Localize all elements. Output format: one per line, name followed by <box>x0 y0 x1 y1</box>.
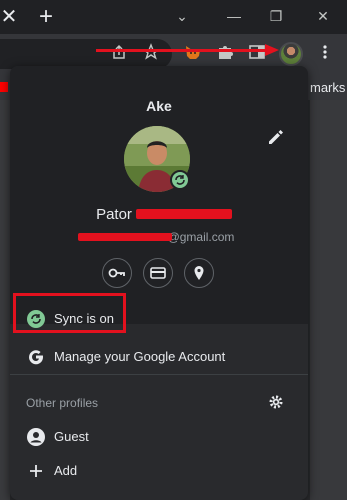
minimize-icon[interactable]: — <box>220 4 248 28</box>
redaction-mark-email <box>78 233 172 241</box>
gear-icon[interactable] <box>268 394 284 410</box>
menu-divider <box>10 374 308 375</box>
star-icon[interactable] <box>140 43 162 65</box>
annotation-arrow <box>96 49 272 52</box>
google-g-icon <box>26 347 46 367</box>
sync-status-badge <box>170 170 190 190</box>
guest-profile-item[interactable]: Guest <box>10 419 308 455</box>
window-close-icon[interactable]: ✕ <box>309 4 337 28</box>
location-pin-icon <box>194 266 204 280</box>
credit-card-icon <box>150 267 166 279</box>
tab-strip: ✕ + ⌄ — ❐ ✕ <box>0 0 347 34</box>
new-tab-button[interactable]: + <box>34 3 58 31</box>
page-right-strip <box>310 100 347 500</box>
profile-avatar-button[interactable] <box>279 42 303 66</box>
restore-icon[interactable]: ❐ <box>262 4 290 28</box>
passwords-button[interactable] <box>102 258 132 288</box>
other-profiles-heading: Other profiles <box>26 396 99 410</box>
share-icon[interactable] <box>108 43 130 65</box>
tab-search-icon[interactable]: ⌄ <box>168 4 196 28</box>
metamask-icon[interactable] <box>182 43 204 65</box>
bookmark-label[interactable]: marks <box>310 80 345 95</box>
browser-window: ✕ + ⌄ — ❐ ✕ marks Ake Pator @gmail.com S… <box>0 0 347 500</box>
annotation-highlight <box>13 293 126 333</box>
add-profile-item[interactable]: Add <box>10 453 308 489</box>
profile-menu: Ake Pator @gmail.com Sync is on Manage y… <box>10 66 308 500</box>
payment-methods-button[interactable] <box>143 258 173 288</box>
manage-account-label: Manage your Google Account <box>54 349 226 364</box>
kebab-icon[interactable] <box>314 43 336 65</box>
profile-display-name: Ake <box>146 98 172 114</box>
annotation-arrow-head <box>265 44 279 56</box>
full-name-text: Pator <box>96 206 132 223</box>
person-icon <box>26 427 46 447</box>
email-suffix: @gmail.com <box>167 230 235 244</box>
add-label: Add <box>54 463 78 478</box>
puzzle-icon[interactable] <box>214 43 236 65</box>
page-left-strip <box>0 100 10 500</box>
guest-label: Guest <box>54 429 89 444</box>
manage-account-menu-item[interactable]: Manage your Google Account <box>10 339 308 375</box>
addresses-button[interactable] <box>184 258 214 288</box>
key-icon <box>108 268 125 278</box>
redaction-mark-name <box>136 209 232 219</box>
youtube-bookmark-icon[interactable] <box>0 82 8 92</box>
pencil-icon[interactable] <box>266 128 284 146</box>
tab-close-icon[interactable]: ✕ <box>0 2 18 32</box>
plus-icon <box>26 461 46 481</box>
